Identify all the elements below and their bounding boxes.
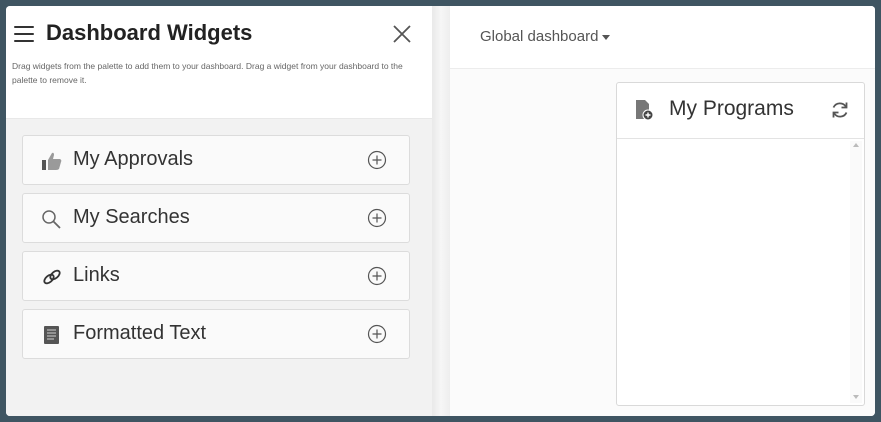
palette-item-links[interactable]: Links — [22, 251, 410, 301]
palette-title: Dashboard Widgets — [46, 20, 253, 45]
app-window: Dashboard Widgets Drag widgets from the … — [6, 6, 875, 416]
dashboard-area: Global dashboard My Programs — [450, 6, 875, 416]
palette-item-my-searches[interactable]: My Searches — [22, 193, 410, 243]
palette-item-label: Links — [73, 264, 120, 286]
palette-item-formatted-text[interactable]: Formatted Text — [22, 309, 410, 359]
dashboard-selector[interactable]: Global dashboard — [480, 28, 611, 45]
search-icon — [41, 209, 63, 229]
add-circle-icon[interactable] — [367, 208, 387, 228]
widget-header: My Programs — [617, 83, 864, 139]
dashboard-selector-label: Global dashboard — [480, 28, 599, 45]
palette-item-label: Formatted Text — [73, 322, 207, 344]
widget-scrollbar[interactable] — [850, 141, 862, 403]
palette-item-label: My Searches — [73, 206, 190, 228]
dashboard-topbar: Global dashboard — [450, 6, 875, 69]
add-circle-icon[interactable] — [367, 266, 387, 286]
palette-header: Dashboard Widgets Drag widgets from the … — [6, 6, 432, 116]
link-icon — [41, 267, 63, 287]
palette-description: Drag widgets from the palette to add the… — [12, 61, 403, 85]
panel-splitter[interactable] — [432, 6, 450, 416]
scroll-up-icon[interactable] — [853, 143, 859, 147]
caret-down-icon — [602, 34, 611, 40]
add-circle-icon[interactable] — [367, 324, 387, 344]
palette-item-my-approvals[interactable]: My Approvals — [22, 135, 410, 185]
program-file-icon — [633, 99, 655, 121]
hamburger-menu-icon[interactable] — [14, 26, 34, 42]
scroll-down-icon[interactable] — [853, 395, 859, 399]
close-icon[interactable] — [390, 22, 414, 46]
widget-title: My Programs — [669, 97, 794, 120]
palette-widget-list: My Approvals My Searches Links Formatted… — [6, 118, 432, 416]
document-text-icon — [41, 325, 63, 345]
refresh-icon[interactable] — [829, 99, 851, 121]
palette-item-label: My Approvals — [73, 148, 194, 170]
widget-content — [617, 139, 864, 405]
my-programs-widget[interactable]: My Programs — [616, 82, 865, 406]
add-circle-icon[interactable] — [367, 150, 387, 170]
widget-palette-panel: Dashboard Widgets Drag widgets from the … — [6, 6, 432, 416]
thumbs-up-icon — [41, 151, 63, 171]
